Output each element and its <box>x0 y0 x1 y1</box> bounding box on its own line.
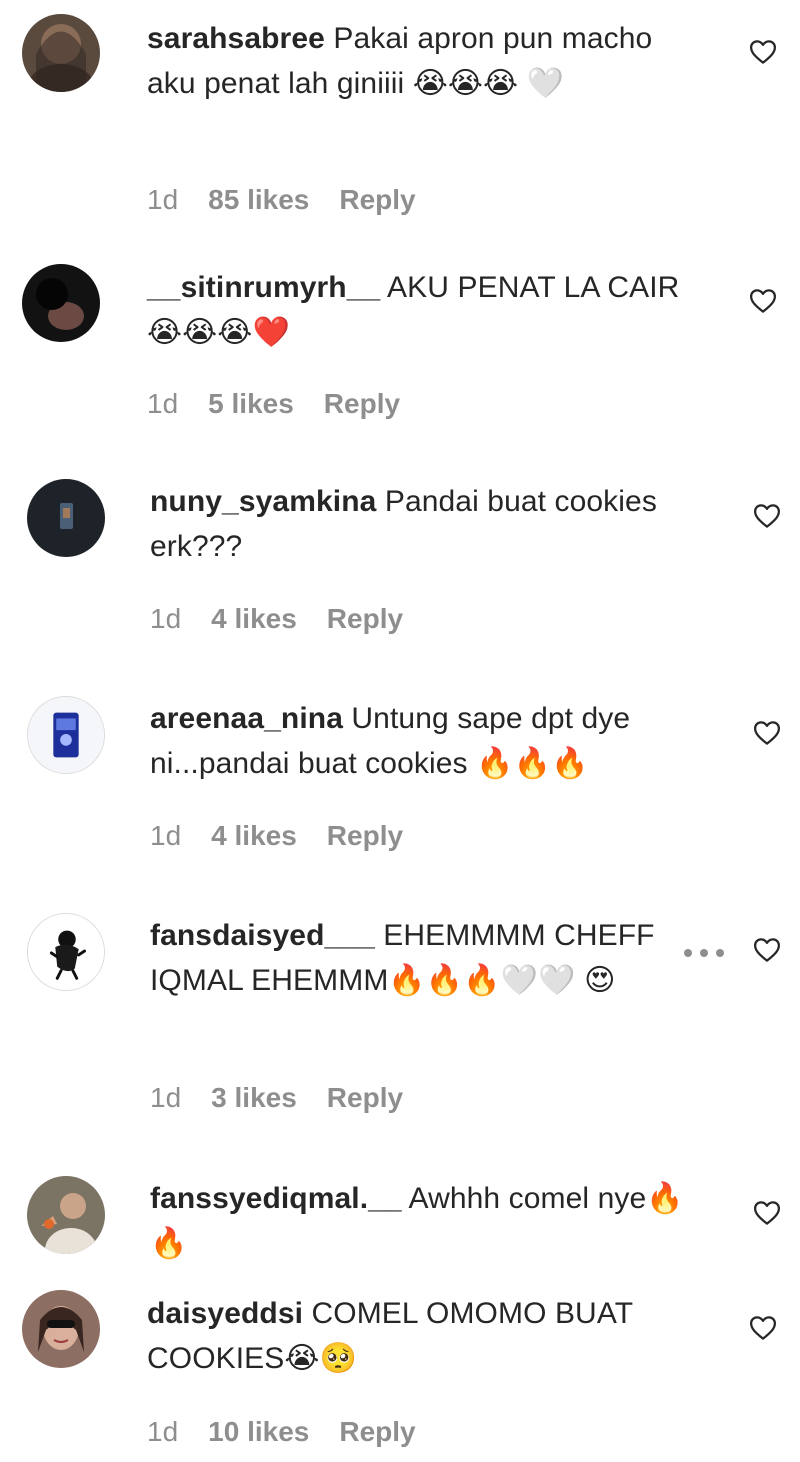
heart-outline-icon[interactable] <box>748 37 778 67</box>
comment-time: 1d <box>147 184 179 215</box>
reply-button[interactable]: Reply <box>327 1082 403 1114</box>
comment-body: nuny_syamkina Pandai buat cookies erk??? <box>150 479 710 569</box>
heart-outline-icon[interactable] <box>752 718 782 748</box>
reply-button[interactable]: Reply <box>327 820 403 852</box>
comment-likes[interactable]: 85 likes <box>208 184 309 216</box>
comment-username[interactable]: nuny_syamkina <box>150 485 376 518</box>
avatar[interactable] <box>27 913 105 991</box>
comment-likes[interactable]: 5 likes <box>208 388 294 420</box>
comment-body: areenaa_nina Untung sape dpt dye ni...pa… <box>150 696 710 786</box>
comment-meta: 1d 85 likes Reply <box>147 184 416 216</box>
heart-outline-icon[interactable] <box>752 1198 782 1228</box>
comment-likes[interactable]: 10 likes <box>208 1416 309 1448</box>
avatar[interactable] <box>22 264 100 342</box>
comment-time: 1d <box>147 1416 179 1447</box>
comment-time: 1d <box>150 603 182 634</box>
comment-meta: 1d 4 likes Reply <box>150 603 403 635</box>
avatar[interactable] <box>22 1290 100 1368</box>
comment-meta: 1d 3 likes Reply <box>150 1082 403 1114</box>
avatar[interactable] <box>27 479 105 557</box>
avatar[interactable] <box>27 696 105 774</box>
comment-time: 1d <box>150 1082 182 1113</box>
comment-body: fansdaisyed___ EHEMMMM CHEFF IQMAL EHEMM… <box>150 913 710 1003</box>
heart-outline-icon[interactable] <box>752 501 782 531</box>
reply-button[interactable]: Reply <box>327 603 403 635</box>
more-options-icon[interactable] <box>684 946 724 960</box>
reply-button[interactable]: Reply <box>339 1416 415 1448</box>
heart-outline-icon[interactable] <box>748 1313 778 1343</box>
comment-time: 1d <box>150 820 182 851</box>
comment-body: sarahsabree Pakai apron pun macho aku pe… <box>147 16 707 106</box>
comment-body: __sitinrumyrh__ AKU PENAT LA CAIR 😭😭😭❤️ <box>147 265 707 355</box>
avatar[interactable] <box>22 14 100 92</box>
comment-likes[interactable]: 3 likes <box>211 1082 297 1114</box>
heart-outline-icon[interactable] <box>752 935 782 965</box>
comment-meta: 1d 10 likes Reply <box>147 1416 416 1448</box>
comment-username[interactable]: fansdaisyed___ <box>150 919 375 952</box>
comment-meta: 1d 5 likes Reply <box>147 388 400 420</box>
reply-button[interactable]: Reply <box>324 388 400 420</box>
avatar[interactable] <box>27 1176 105 1254</box>
comment-username[interactable]: fanssyediqmal.__ <box>150 1182 402 1215</box>
comment-time: 1d <box>147 388 179 419</box>
comment-likes[interactable]: 4 likes <box>211 820 297 852</box>
comment-username[interactable]: sarahsabree <box>147 22 325 55</box>
comment-username[interactable]: areenaa_nina <box>150 702 343 735</box>
comment-body: daisyeddsi COMEL OMOMO BUAT COOKIES😭🥺 <box>147 1291 707 1381</box>
heart-outline-icon[interactable] <box>748 286 778 316</box>
comment-meta: 1d 4 likes Reply <box>150 820 403 852</box>
comment-username[interactable]: __sitinrumyrh__ <box>147 271 380 304</box>
comment-likes[interactable]: 4 likes <box>211 603 297 635</box>
comment-username[interactable]: daisyeddsi <box>147 1297 303 1330</box>
reply-button[interactable]: Reply <box>339 184 415 216</box>
comment-body: fanssyediqmal.__ Awhhh comel nye🔥🔥 <box>150 1176 710 1266</box>
